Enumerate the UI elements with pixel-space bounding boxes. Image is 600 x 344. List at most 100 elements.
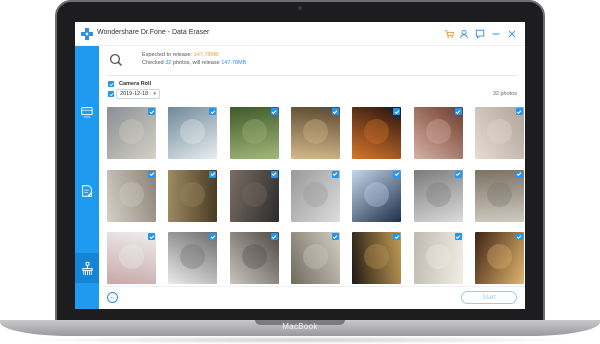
photo-thumbnail[interactable]	[107, 232, 156, 284]
photo-thumbnail[interactable]	[107, 107, 156, 159]
photo-neon-sign-icon	[364, 119, 390, 144]
photo-checkbox[interactable]	[148, 233, 155, 240]
photo-thumbnail[interactable]	[474, 107, 524, 159]
photo-checkbox[interactable]	[393, 170, 401, 178]
divider	[107, 75, 517, 76]
photo-vr-headset-icon	[364, 181, 390, 207]
expected-release-value: 147.78MB	[193, 52, 219, 58]
photo-building-icon	[180, 244, 206, 269]
cart-icon[interactable]	[443, 28, 455, 40]
photo-leaves-icon	[302, 244, 328, 269]
back-button[interactable]: ←	[107, 292, 118, 303]
date-group-checkbox[interactable]	[108, 91, 114, 97]
photo-checkbox[interactable]	[454, 233, 462, 240]
photo-mountain-icon	[180, 119, 206, 144]
photo-checkbox[interactable]	[454, 170, 462, 178]
photo-hand-icon	[119, 181, 144, 207]
photo-checkbox[interactable]	[270, 108, 278, 115]
start-button[interactable]: Start	[461, 291, 517, 304]
camera-roll-label: Camera Roll	[119, 81, 152, 87]
photo-thumbnail[interactable]	[352, 169, 402, 222]
photo-window-icon	[302, 181, 328, 207]
date-select[interactable]: 2019-12-18 ▾	[116, 89, 160, 99]
sidebar-item-phone-data[interactable]: 0101	[78, 103, 96, 121]
checked-photos-text: Checked 32 photos, will release 147.78MB	[142, 60, 247, 66]
drfone-logo-icon	[81, 28, 93, 40]
chevron-down-icon: ▾	[153, 91, 156, 97]
close-icon[interactable]	[506, 28, 518, 40]
laptop-shadow	[20, 336, 580, 344]
photo-window-light-icon	[425, 244, 451, 269]
photo-checkbox[interactable]	[515, 170, 523, 178]
user-icon[interactable]	[458, 28, 470, 40]
photo-thumbnail[interactable]	[107, 169, 156, 222]
photo-plant-icon	[302, 119, 328, 144]
minimize-icon[interactable]	[490, 28, 502, 40]
photo-checkbox[interactable]	[393, 108, 401, 115]
photo-thumbnail[interactable]	[474, 169, 524, 222]
photo-thumbnail[interactable]	[168, 232, 218, 284]
photo-checkbox[interactable]	[148, 170, 155, 178]
title-bar: Wondershare Dr.Fone - Data Eraser	[75, 22, 525, 46]
main-content: Expected to release: 147.78MB Checked 32…	[99, 46, 525, 309]
laptop-brand-label: MacBook	[282, 322, 318, 331]
webcam	[298, 6, 302, 10]
app-window: Wondershare Dr.Fone - Data Eraser 0101 E…	[75, 22, 525, 309]
eraser-icon	[81, 261, 93, 275]
photo-checkbox[interactable]	[331, 108, 339, 115]
photo-blinds-portrait-icon	[425, 181, 451, 207]
photo-thumbnail[interactable]	[413, 107, 463, 159]
photo-food-icon	[486, 244, 512, 269]
photo-checkbox[interactable]	[270, 170, 278, 178]
app-title: Wondershare Dr.Fone - Data Eraser	[97, 29, 210, 36]
photo-checkbox[interactable]	[515, 233, 523, 240]
sidebar-item-documents[interactable]	[78, 182, 96, 200]
footer-bar: ← Start	[99, 286, 525, 309]
search-icon	[109, 53, 123, 67]
photo-count: 32 photos	[492, 91, 517, 97]
photo-checkbox[interactable]	[331, 170, 339, 178]
photo-figure-icon	[241, 244, 267, 269]
photo-lights-icon	[364, 244, 390, 269]
photo-checkbox[interactable]	[209, 233, 217, 240]
photo-checkbox[interactable]	[454, 108, 462, 115]
laptop-scene: MacBook Wondershare Dr.Fone - Data Erase…	[0, 0, 600, 344]
photo-checkbox[interactable]	[209, 170, 217, 178]
sidebar-item-eraser[interactable]	[75, 253, 99, 283]
photo-thumbnail[interactable]	[290, 107, 340, 159]
photo-checkbox[interactable]	[209, 108, 217, 115]
photo-checkbox[interactable]	[148, 108, 155, 115]
feedback-icon[interactable]	[474, 28, 486, 40]
photo-thumbnail[interactable]	[413, 232, 463, 284]
date-value: 2019-12-18	[120, 91, 149, 97]
photo-portrait-icon	[241, 119, 267, 144]
photo-checkbox[interactable]	[515, 108, 523, 115]
photo-thumbnail[interactable]	[290, 169, 340, 222]
photo-interior-icon	[241, 181, 267, 207]
photo-checkbox[interactable]	[270, 233, 278, 240]
photo-glass-icon	[180, 181, 206, 207]
photo-thumbnail[interactable]	[290, 232, 340, 284]
photo-wall-icon	[486, 119, 512, 144]
photo-checkbox[interactable]	[331, 233, 339, 240]
photo-thumbnail[interactable]	[229, 169, 279, 222]
photo-thumbnail[interactable]	[168, 169, 218, 222]
expected-release-text: Expected to release: 147.78MB	[142, 52, 219, 58]
photo-beach-icon	[119, 119, 144, 144]
photo-thumbnail[interactable]	[229, 107, 279, 159]
photo-cup-icon	[119, 244, 144, 269]
photo-shelf-icon	[486, 181, 512, 207]
photo-thumbnail[interactable]	[352, 107, 402, 159]
photo-thumbnail[interactable]	[352, 232, 402, 284]
photo-thumbnail[interactable]	[474, 232, 524, 284]
photo-flower-icon	[425, 119, 451, 144]
document-edit-icon	[82, 185, 93, 197]
photo-checkbox[interactable]	[393, 233, 401, 240]
sidebar: 0101	[75, 46, 99, 309]
photo-thumbnail[interactable]	[413, 169, 463, 222]
release-value: 147.78MB	[221, 60, 247, 66]
svg-text:0101: 0101	[84, 115, 91, 119]
photo-thumbnail[interactable]	[229, 232, 279, 284]
camera-roll-checkbox[interactable]	[108, 81, 114, 87]
photo-thumbnail[interactable]	[168, 107, 218, 159]
